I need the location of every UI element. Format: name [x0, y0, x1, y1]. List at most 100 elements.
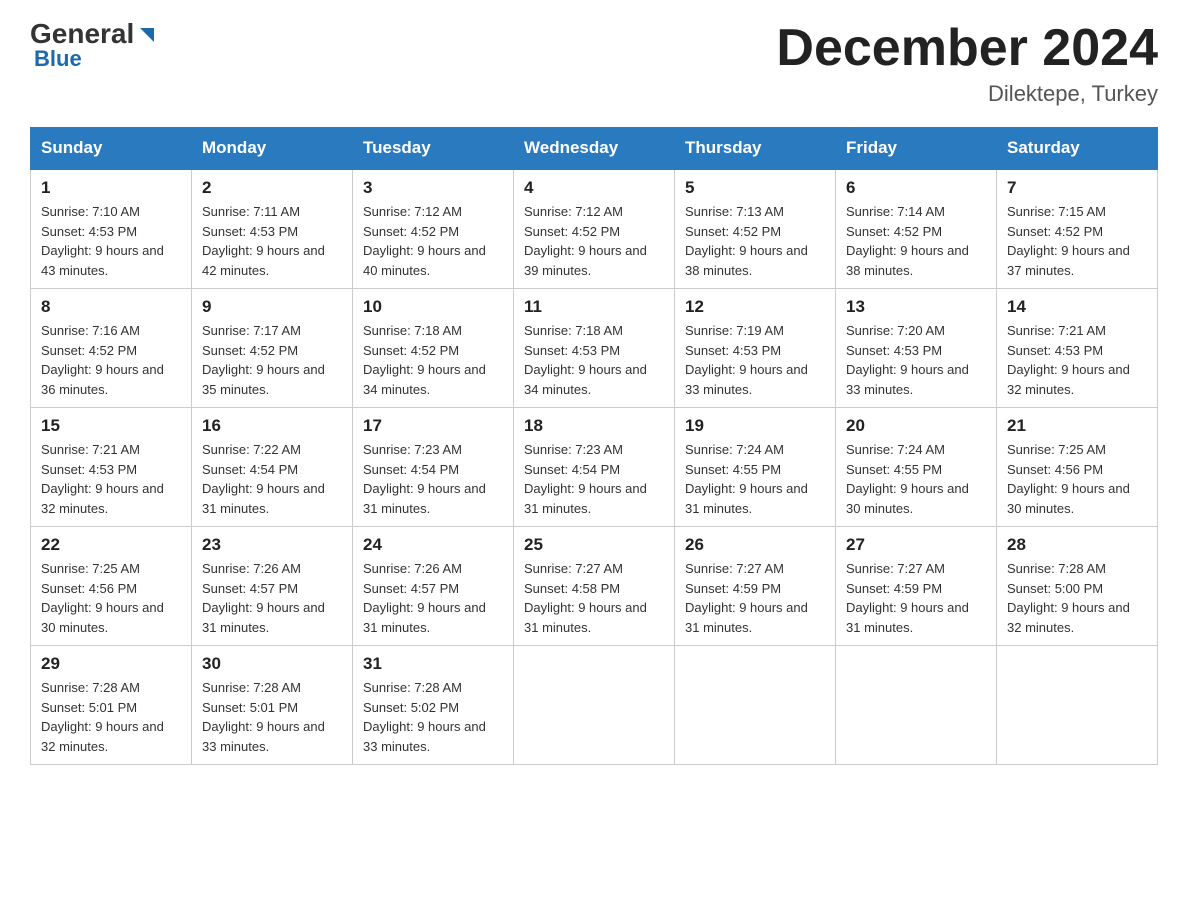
day-info: Sunrise: 7:15 AMSunset: 4:52 PMDaylight:…: [1007, 202, 1147, 280]
day-info: Sunrise: 7:27 AMSunset: 4:59 PMDaylight:…: [685, 559, 825, 637]
calendar-cell: 6 Sunrise: 7:14 AMSunset: 4:52 PMDayligh…: [836, 169, 997, 289]
day-info: Sunrise: 7:18 AMSunset: 4:53 PMDaylight:…: [524, 321, 664, 399]
day-number: 8: [41, 297, 181, 317]
day-number: 4: [524, 178, 664, 198]
calendar-cell: 23 Sunrise: 7:26 AMSunset: 4:57 PMDaylig…: [192, 527, 353, 646]
header-row: Sunday Monday Tuesday Wednesday Thursday…: [31, 128, 1158, 170]
day-number: 30: [202, 654, 342, 674]
day-number: 22: [41, 535, 181, 555]
calendar-cell: 29 Sunrise: 7:28 AMSunset: 5:01 PMDaylig…: [31, 646, 192, 765]
title-section: December 2024 Dilektepe, Turkey: [776, 20, 1158, 107]
calendar-cell: 24 Sunrise: 7:26 AMSunset: 4:57 PMDaylig…: [353, 527, 514, 646]
day-number: 29: [41, 654, 181, 674]
day-info: Sunrise: 7:24 AMSunset: 4:55 PMDaylight:…: [685, 440, 825, 518]
day-info: Sunrise: 7:21 AMSunset: 4:53 PMDaylight:…: [41, 440, 181, 518]
day-number: 24: [363, 535, 503, 555]
day-number: 25: [524, 535, 664, 555]
calendar-cell: 30 Sunrise: 7:28 AMSunset: 5:01 PMDaylig…: [192, 646, 353, 765]
day-number: 2: [202, 178, 342, 198]
col-saturday: Saturday: [997, 128, 1158, 170]
calendar-cell: 26 Sunrise: 7:27 AMSunset: 4:59 PMDaylig…: [675, 527, 836, 646]
col-wednesday: Wednesday: [514, 128, 675, 170]
day-number: 23: [202, 535, 342, 555]
day-info: Sunrise: 7:13 AMSunset: 4:52 PMDaylight:…: [685, 202, 825, 280]
calendar-cell: [675, 646, 836, 765]
location-title: Dilektepe, Turkey: [776, 81, 1158, 107]
day-info: Sunrise: 7:24 AMSunset: 4:55 PMDaylight:…: [846, 440, 986, 518]
page-header: General Blue December 2024 Dilektepe, Tu…: [30, 20, 1158, 107]
day-number: 18: [524, 416, 664, 436]
calendar-cell: 2 Sunrise: 7:11 AMSunset: 4:53 PMDayligh…: [192, 169, 353, 289]
day-number: 6: [846, 178, 986, 198]
day-info: Sunrise: 7:28 AMSunset: 5:00 PMDaylight:…: [1007, 559, 1147, 637]
col-friday: Friday: [836, 128, 997, 170]
day-info: Sunrise: 7:23 AMSunset: 4:54 PMDaylight:…: [524, 440, 664, 518]
day-number: 26: [685, 535, 825, 555]
day-number: 27: [846, 535, 986, 555]
logo-triangle-icon: [136, 24, 158, 46]
col-thursday: Thursday: [675, 128, 836, 170]
day-info: Sunrise: 7:18 AMSunset: 4:52 PMDaylight:…: [363, 321, 503, 399]
calendar-cell: 3 Sunrise: 7:12 AMSunset: 4:52 PMDayligh…: [353, 169, 514, 289]
col-monday: Monday: [192, 128, 353, 170]
calendar-body: 1 Sunrise: 7:10 AMSunset: 4:53 PMDayligh…: [31, 169, 1158, 765]
day-info: Sunrise: 7:17 AMSunset: 4:52 PMDaylight:…: [202, 321, 342, 399]
day-info: Sunrise: 7:22 AMSunset: 4:54 PMDaylight:…: [202, 440, 342, 518]
calendar-cell: 8 Sunrise: 7:16 AMSunset: 4:52 PMDayligh…: [31, 289, 192, 408]
calendar-cell: 27 Sunrise: 7:27 AMSunset: 4:59 PMDaylig…: [836, 527, 997, 646]
day-info: Sunrise: 7:10 AMSunset: 4:53 PMDaylight:…: [41, 202, 181, 280]
calendar-table: Sunday Monday Tuesday Wednesday Thursday…: [30, 127, 1158, 765]
day-info: Sunrise: 7:28 AMSunset: 5:01 PMDaylight:…: [41, 678, 181, 756]
calendar-cell: [836, 646, 997, 765]
day-number: 13: [846, 297, 986, 317]
calendar-cell: 10 Sunrise: 7:18 AMSunset: 4:52 PMDaylig…: [353, 289, 514, 408]
week-row-2: 8 Sunrise: 7:16 AMSunset: 4:52 PMDayligh…: [31, 289, 1158, 408]
day-info: Sunrise: 7:25 AMSunset: 4:56 PMDaylight:…: [1007, 440, 1147, 518]
day-info: Sunrise: 7:11 AMSunset: 4:53 PMDaylight:…: [202, 202, 342, 280]
calendar-cell: 4 Sunrise: 7:12 AMSunset: 4:52 PMDayligh…: [514, 169, 675, 289]
day-number: 21: [1007, 416, 1147, 436]
calendar-cell: 22 Sunrise: 7:25 AMSunset: 4:56 PMDaylig…: [31, 527, 192, 646]
calendar-cell: [514, 646, 675, 765]
day-number: 10: [363, 297, 503, 317]
day-info: Sunrise: 7:14 AMSunset: 4:52 PMDaylight:…: [846, 202, 986, 280]
day-number: 1: [41, 178, 181, 198]
day-info: Sunrise: 7:28 AMSunset: 5:02 PMDaylight:…: [363, 678, 503, 756]
day-number: 20: [846, 416, 986, 436]
day-number: 3: [363, 178, 503, 198]
calendar-cell: 9 Sunrise: 7:17 AMSunset: 4:52 PMDayligh…: [192, 289, 353, 408]
day-info: Sunrise: 7:25 AMSunset: 4:56 PMDaylight:…: [41, 559, 181, 637]
day-info: Sunrise: 7:20 AMSunset: 4:53 PMDaylight:…: [846, 321, 986, 399]
calendar-header: Sunday Monday Tuesday Wednesday Thursday…: [31, 128, 1158, 170]
day-number: 16: [202, 416, 342, 436]
calendar-cell: 11 Sunrise: 7:18 AMSunset: 4:53 PMDaylig…: [514, 289, 675, 408]
calendar-cell: 16 Sunrise: 7:22 AMSunset: 4:54 PMDaylig…: [192, 408, 353, 527]
day-info: Sunrise: 7:26 AMSunset: 4:57 PMDaylight:…: [363, 559, 503, 637]
day-info: Sunrise: 7:23 AMSunset: 4:54 PMDaylight:…: [363, 440, 503, 518]
day-number: 12: [685, 297, 825, 317]
logo-blue-text: Blue: [34, 46, 82, 71]
day-number: 5: [685, 178, 825, 198]
calendar-cell: 12 Sunrise: 7:19 AMSunset: 4:53 PMDaylig…: [675, 289, 836, 408]
day-info: Sunrise: 7:19 AMSunset: 4:53 PMDaylight:…: [685, 321, 825, 399]
calendar-cell: 5 Sunrise: 7:13 AMSunset: 4:52 PMDayligh…: [675, 169, 836, 289]
logo-general-text: General: [30, 20, 134, 48]
day-info: Sunrise: 7:26 AMSunset: 4:57 PMDaylight:…: [202, 559, 342, 637]
week-row-3: 15 Sunrise: 7:21 AMSunset: 4:53 PMDaylig…: [31, 408, 1158, 527]
calendar-cell: [997, 646, 1158, 765]
day-info: Sunrise: 7:27 AMSunset: 4:59 PMDaylight:…: [846, 559, 986, 637]
day-info: Sunrise: 7:28 AMSunset: 5:01 PMDaylight:…: [202, 678, 342, 756]
calendar-cell: 15 Sunrise: 7:21 AMSunset: 4:53 PMDaylig…: [31, 408, 192, 527]
calendar-cell: 13 Sunrise: 7:20 AMSunset: 4:53 PMDaylig…: [836, 289, 997, 408]
calendar-cell: 20 Sunrise: 7:24 AMSunset: 4:55 PMDaylig…: [836, 408, 997, 527]
day-number: 9: [202, 297, 342, 317]
calendar-cell: 18 Sunrise: 7:23 AMSunset: 4:54 PMDaylig…: [514, 408, 675, 527]
calendar-cell: 17 Sunrise: 7:23 AMSunset: 4:54 PMDaylig…: [353, 408, 514, 527]
week-row-5: 29 Sunrise: 7:28 AMSunset: 5:01 PMDaylig…: [31, 646, 1158, 765]
day-info: Sunrise: 7:21 AMSunset: 4:53 PMDaylight:…: [1007, 321, 1147, 399]
day-info: Sunrise: 7:16 AMSunset: 4:52 PMDaylight:…: [41, 321, 181, 399]
calendar-cell: 25 Sunrise: 7:27 AMSunset: 4:58 PMDaylig…: [514, 527, 675, 646]
calendar-cell: 14 Sunrise: 7:21 AMSunset: 4:53 PMDaylig…: [997, 289, 1158, 408]
logo: General Blue: [30, 20, 158, 70]
month-title: December 2024: [776, 20, 1158, 77]
